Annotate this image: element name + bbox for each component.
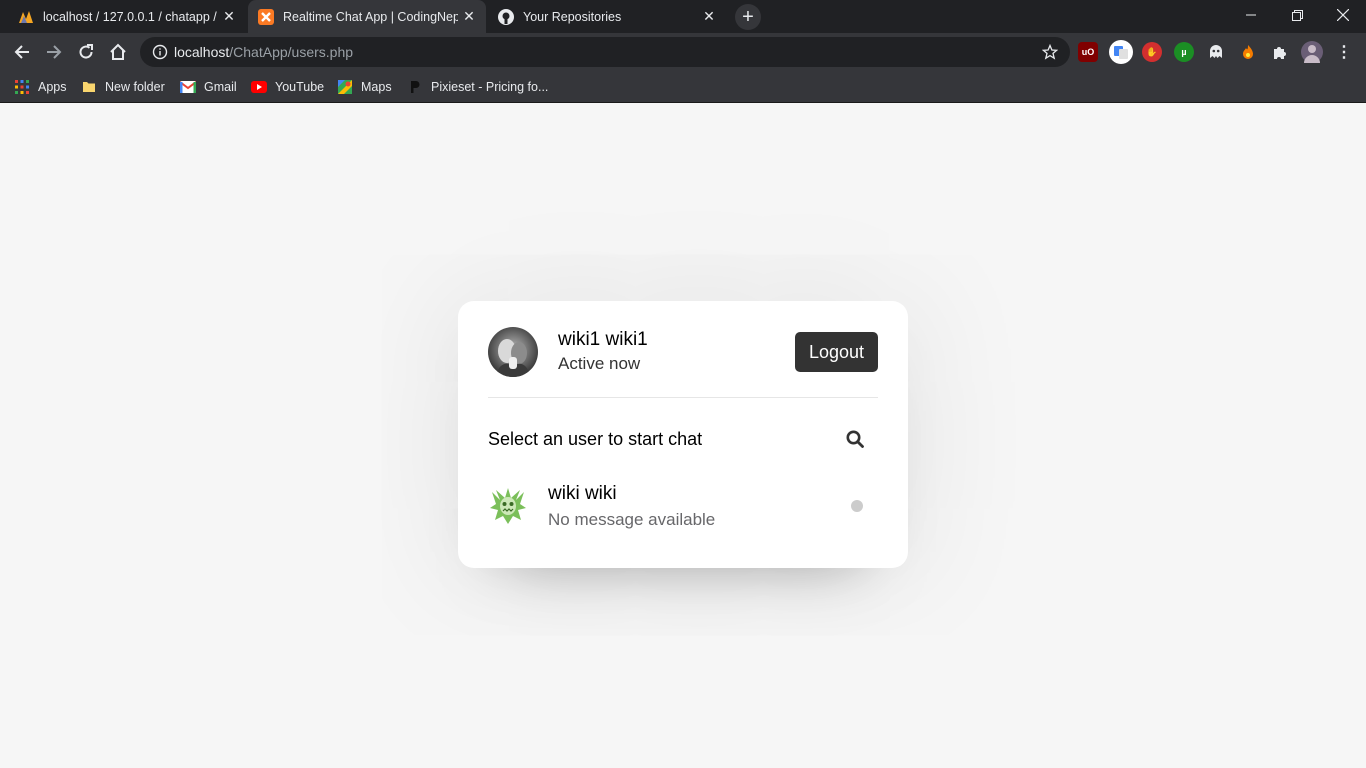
user-avatar xyxy=(488,486,528,526)
maps-icon xyxy=(337,79,353,95)
gmail-icon xyxy=(180,79,196,95)
users-section: wiki1 wiki1 Active now Logout Select an … xyxy=(458,301,908,557)
user-search-bar: Select an user to start chat xyxy=(488,418,878,460)
tab-title: Realtime Chat App | CodingNepal xyxy=(283,9,458,24)
bookmark-pixieset[interactable]: Pixieset - Pricing fo... xyxy=(407,77,548,97)
google-translate-icon[interactable] xyxy=(1109,40,1133,64)
address-bar[interactable]: localhost/ChatApp/users.php xyxy=(140,37,1070,67)
offline-status-dot xyxy=(851,500,863,512)
pixieset-icon xyxy=(407,79,423,95)
search-prompt-text: Select an user to start chat xyxy=(488,428,703,449)
reload-button[interactable] xyxy=(71,37,101,67)
logout-button[interactable]: Logout xyxy=(794,331,878,372)
search-button[interactable] xyxy=(831,418,878,460)
tab-github[interactable]: Your Repositories ✕ xyxy=(488,0,726,33)
bookmark-apps[interactable]: Apps xyxy=(14,77,67,97)
browser-chrome: localhost / 127.0.0.1 / chatapp / r ✕ Re… xyxy=(0,0,1366,103)
restore-button[interactable] xyxy=(1274,0,1320,30)
bookmark-label: Maps xyxy=(361,80,392,94)
fire-icon[interactable] xyxy=(1238,42,1258,62)
url-path: /ChatApp/users.php xyxy=(229,44,354,60)
url-host: localhost xyxy=(174,44,230,60)
current-user-details: wiki1 wiki1 Active now xyxy=(558,329,648,374)
close-tab-icon[interactable]: ✕ xyxy=(698,6,720,28)
close-window-button[interactable] xyxy=(1320,0,1366,30)
current-user-header: wiki1 wiki1 Active now Logout xyxy=(488,326,878,398)
adblock-icon[interactable]: ✋ xyxy=(1142,42,1162,62)
info-icon[interactable] xyxy=(152,44,168,60)
ghost-icon[interactable] xyxy=(1206,42,1226,62)
browser-toolbar: localhost/ChatApp/users.php uO ✋ µ ⋮ xyxy=(0,33,1366,71)
bookmark-gmail[interactable]: Gmail xyxy=(180,77,237,97)
user-info: wiki wiki No message available xyxy=(488,483,715,530)
current-user-status: Active now xyxy=(558,354,641,373)
tab-phpmyadmin[interactable]: localhost / 127.0.0.1 / chatapp / r ✕ xyxy=(8,0,246,33)
profile-avatar[interactable] xyxy=(1301,41,1323,63)
bookmark-new-folder[interactable]: New folder xyxy=(81,77,165,97)
bookmark-label: New folder xyxy=(105,80,165,94)
user-list-item[interactable]: wiki wiki No message available xyxy=(488,480,878,532)
bookmark-label: Apps xyxy=(38,80,67,94)
ublock-icon[interactable]: uO xyxy=(1078,42,1098,62)
bookmark-label: Gmail xyxy=(204,80,237,94)
current-user-info: wiki1 wiki1 Active now xyxy=(488,326,648,377)
tab-chat-app[interactable]: Realtime Chat App | CodingNepal ✕ xyxy=(248,0,486,33)
home-button[interactable] xyxy=(103,37,133,67)
tab-title: localhost / 127.0.0.1 / chatapp / r xyxy=(43,9,218,24)
page-content: wiki1 wiki1 Active now Logout Select an … xyxy=(0,103,1366,768)
tab-title: Your Repositories xyxy=(523,9,622,24)
close-tab-icon[interactable]: ✕ xyxy=(458,6,480,28)
back-button[interactable] xyxy=(7,37,37,67)
folder-icon xyxy=(81,79,97,95)
current-user-name: wiki1 wiki1 xyxy=(558,329,648,350)
bookmark-label: YouTube xyxy=(275,80,325,94)
bookmark-label: Pixieset - Pricing fo... xyxy=(431,80,549,94)
tab-strip: localhost / 127.0.0.1 / chatapp / r ✕ Re… xyxy=(0,0,1366,33)
puzzle-icon[interactable] xyxy=(1270,42,1290,62)
youtube-icon xyxy=(251,79,267,95)
minimize-button[interactable] xyxy=(1228,0,1274,30)
user-details: wiki wiki No message available xyxy=(548,483,715,530)
menu-kebab-icon[interactable]: ⋮ xyxy=(1334,42,1354,62)
new-tab-button[interactable]: + xyxy=(735,4,761,30)
utorrent-icon[interactable]: µ xyxy=(1174,42,1194,62)
bookmarks-bar: Apps New folder Gmail YouTube Maps Pixie… xyxy=(0,71,1366,103)
close-tab-icon[interactable]: ✕ xyxy=(218,6,240,28)
user-last-message: No message available xyxy=(548,509,716,529)
bookmark-youtube[interactable]: YouTube xyxy=(251,77,324,97)
phpmyadmin-icon xyxy=(18,9,34,25)
search-icon xyxy=(846,430,864,448)
forward-button[interactable] xyxy=(39,37,69,67)
bookmark-star-icon[interactable] xyxy=(1041,43,1059,60)
github-icon xyxy=(498,8,514,25)
apps-grid-icon xyxy=(14,79,30,95)
bookmark-maps[interactable]: Maps xyxy=(337,77,392,97)
users-list: wiki wiki No message available xyxy=(488,480,878,532)
user-name: wiki wiki xyxy=(548,482,617,504)
chat-users-card: wiki1 wiki1 Active now Logout Select an … xyxy=(458,301,908,568)
current-user-avatar xyxy=(488,326,538,377)
xampp-icon xyxy=(258,8,274,25)
